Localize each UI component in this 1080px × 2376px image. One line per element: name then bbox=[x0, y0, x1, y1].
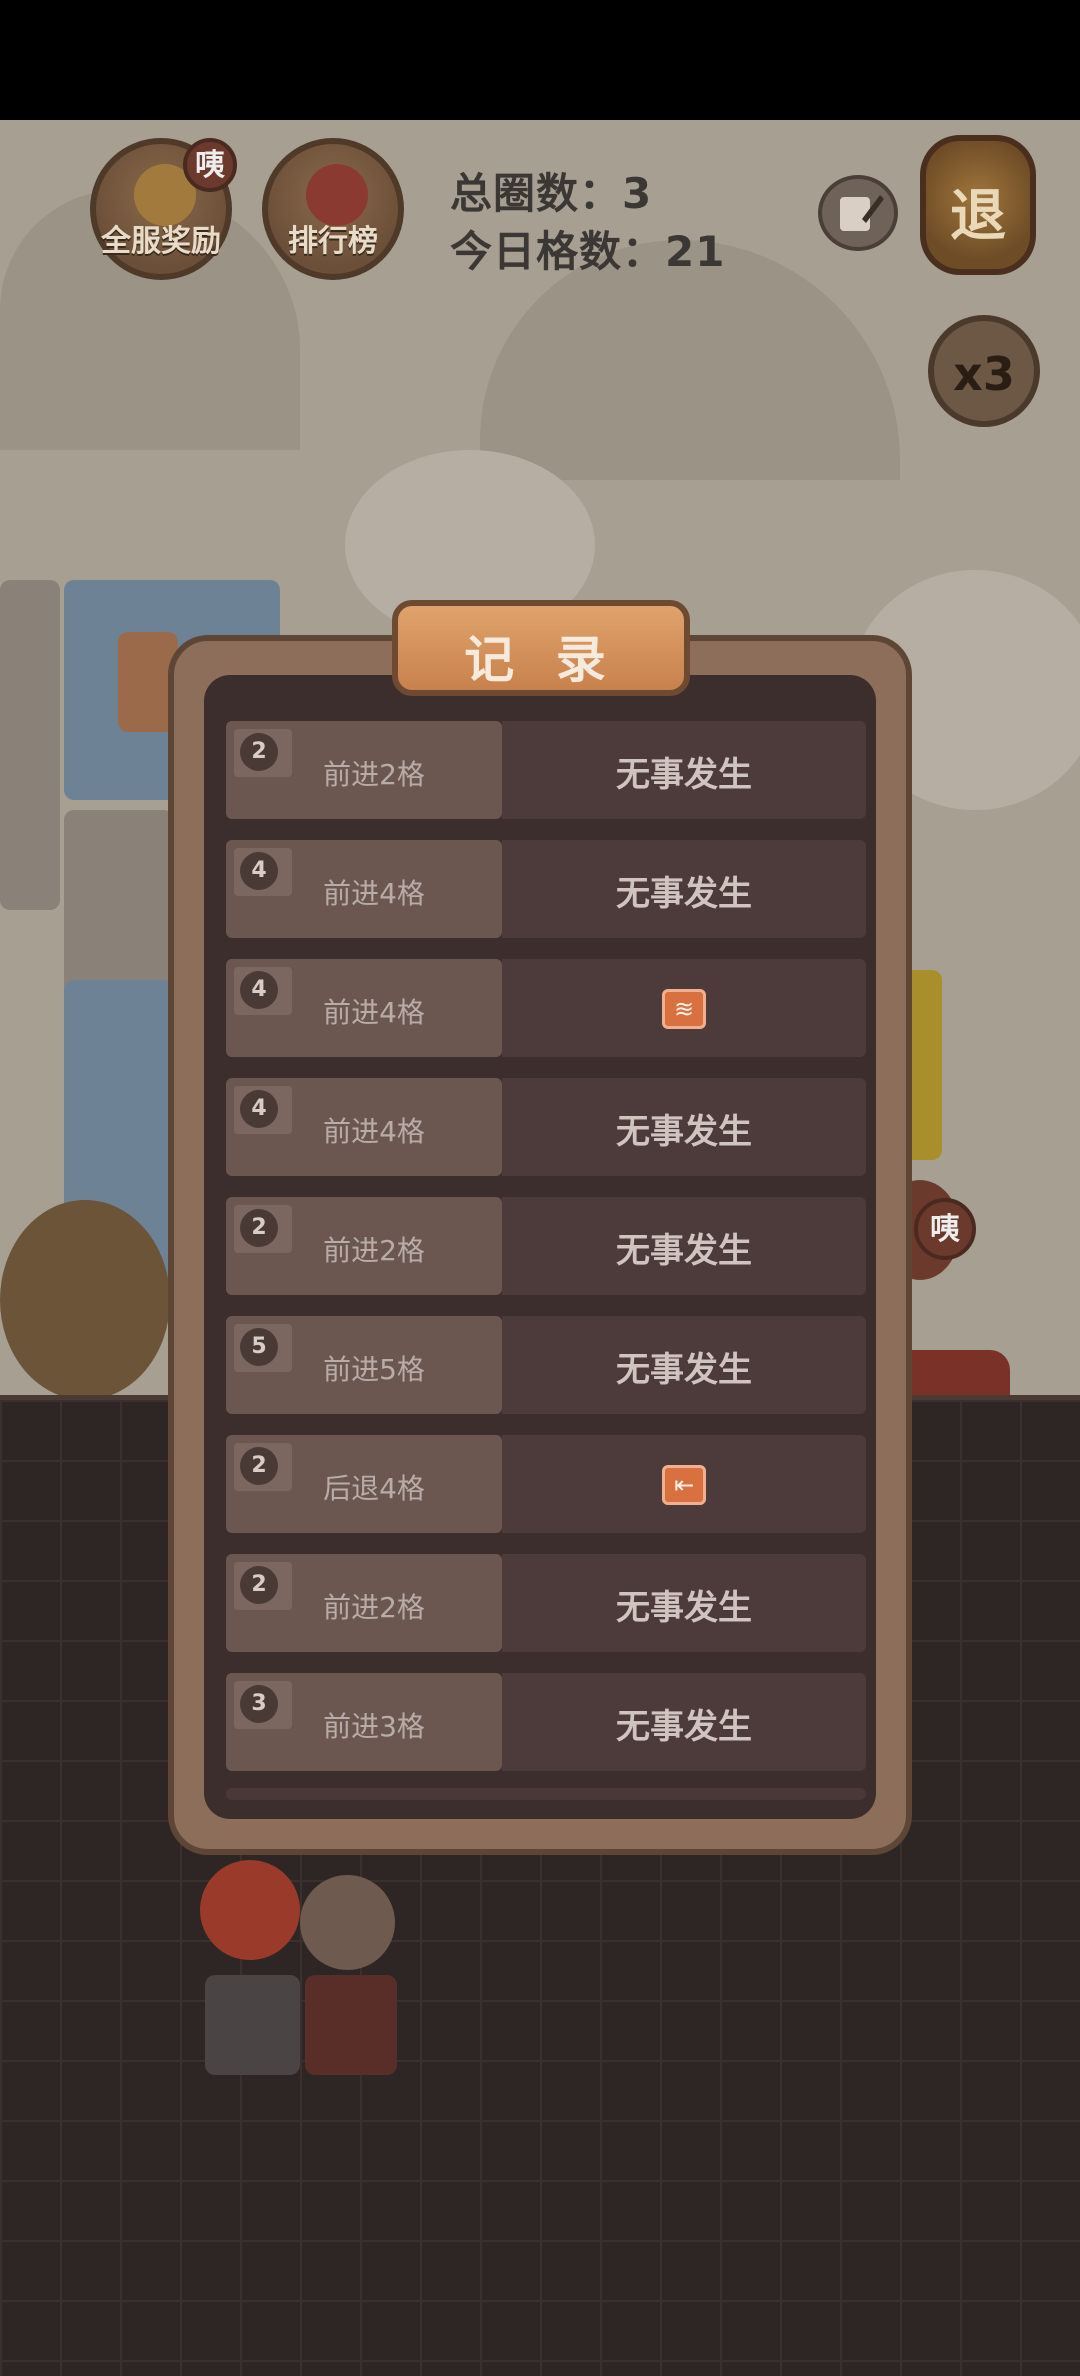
record-row: 3 前进3格 无事发生 bbox=[226, 1673, 866, 1771]
record-result-cell: 无事发生 bbox=[502, 1673, 866, 1771]
leaderboard-label: 排行榜 bbox=[288, 224, 378, 259]
runner-event-icon: ⇤ bbox=[662, 1465, 706, 1505]
chef-character bbox=[300, 1875, 395, 1970]
record-move: 前进2格 bbox=[323, 1234, 425, 1267]
record-row: 4 前进4格 无事发生 bbox=[226, 840, 866, 938]
record-move: 前进4格 bbox=[323, 1115, 425, 1148]
record-result: 无事发生 bbox=[616, 1588, 752, 1628]
chef-character bbox=[200, 1860, 300, 1960]
record-title-tab: 记 录 bbox=[392, 600, 690, 696]
record-dialog: 2 前进2格 无事发生 4 前进4格 无事发生 4 前进4格 ≋ 4 前进4格 无事发生 2 前进2格 无事… bbox=[168, 635, 912, 1855]
record-move: 前进4格 bbox=[323, 877, 425, 910]
today-cells-value: 21 bbox=[665, 227, 726, 276]
speed-button[interactable]: x3 bbox=[928, 315, 1040, 427]
notepad-icon bbox=[840, 195, 884, 231]
leaderboard-button[interactable]: 排行榜 bbox=[262, 138, 404, 280]
record-move-cell: 2 后退4格 bbox=[226, 1435, 502, 1533]
record-result-cell: 无事发生 bbox=[502, 721, 866, 819]
record-row: 2 后退4格 ⇤ bbox=[226, 1435, 866, 1533]
exit-label: 退 bbox=[950, 184, 1006, 249]
record-result-cell: 无事发生 bbox=[502, 1078, 866, 1176]
record-result-cell: ≋ bbox=[502, 959, 866, 1057]
record-move-cell: 4 前进4格 bbox=[226, 840, 502, 938]
record-row: 2 前进2格 无事发生 bbox=[226, 1197, 866, 1295]
total-rounds-stat: 总圈数：3 bbox=[450, 160, 652, 221]
record-move-cell: 2 前进2格 bbox=[226, 1554, 502, 1652]
event-icon-glyph: ⇤ bbox=[673, 1471, 695, 1499]
record-row: 2 前进2格 无事发生 bbox=[226, 721, 866, 819]
record-result-cell: ⇤ bbox=[502, 1435, 866, 1533]
server-reward-badge: 咦 bbox=[183, 138, 237, 192]
record-result: 无事发生 bbox=[616, 1112, 752, 1152]
record-title: 记 录 bbox=[464, 631, 618, 689]
list-scroll-edge bbox=[226, 1788, 866, 1800]
record-move-cell: 4 前进4格 bbox=[226, 1078, 502, 1176]
notepad-button[interactable] bbox=[818, 175, 898, 251]
record-move: 前进2格 bbox=[323, 1591, 425, 1624]
record-row: 4 前进4格 无事发生 bbox=[226, 1078, 866, 1176]
wave-event-icon: ≋ bbox=[662, 989, 706, 1029]
stove-decoration bbox=[205, 1975, 300, 2075]
record-move: 前进2格 bbox=[323, 758, 425, 791]
record-result: 无事发生 bbox=[616, 1231, 752, 1271]
today-cells-label: 今日格数： bbox=[450, 227, 666, 276]
stall-decoration bbox=[0, 1200, 170, 1400]
record-result: 无事发生 bbox=[616, 1350, 752, 1390]
stove-decoration bbox=[305, 1975, 397, 2075]
today-cells-stat: 今日格数：21 bbox=[450, 218, 725, 279]
total-rounds-label: 总圈数： bbox=[450, 169, 623, 218]
record-result-cell: 无事发生 bbox=[502, 1316, 866, 1414]
record-move-cell: 3 前进3格 bbox=[226, 1673, 502, 1771]
record-move: 前进3格 bbox=[323, 1710, 425, 1743]
record-result-cell: 无事发生 bbox=[502, 1197, 866, 1295]
record-move-cell: 2 前进2格 bbox=[226, 721, 502, 819]
record-move: 后退4格 bbox=[323, 1472, 425, 1505]
record-move-cell: 4 前进4格 bbox=[226, 959, 502, 1057]
record-result: 无事发生 bbox=[616, 874, 752, 914]
record-row: 4 前进4格 ≋ bbox=[226, 959, 866, 1057]
event-icon-glyph: ≋ bbox=[673, 995, 695, 1023]
speed-label: x3 bbox=[953, 347, 1015, 401]
record-move: 前进5格 bbox=[323, 1353, 425, 1386]
record-result-cell: 无事发生 bbox=[502, 840, 866, 938]
record-row: 2 前进2格 无事发生 bbox=[226, 1554, 866, 1652]
record-move-cell: 2 前进2格 bbox=[226, 1197, 502, 1295]
board-tile bbox=[0, 580, 60, 910]
record-result: 无事发生 bbox=[616, 1707, 752, 1747]
record-result: 无事发生 bbox=[616, 755, 752, 795]
side-badge: 咦 bbox=[914, 1198, 976, 1260]
server-reward-label: 全服奖励 bbox=[101, 224, 221, 259]
status-bar bbox=[0, 0, 1080, 120]
total-rounds-value: 3 bbox=[622, 169, 653, 218]
record-move: 前进4格 bbox=[323, 996, 425, 1029]
record-result-cell: 无事发生 bbox=[502, 1554, 866, 1652]
record-move-cell: 5 前进5格 bbox=[226, 1316, 502, 1414]
record-row: 5 前进5格 无事发生 bbox=[226, 1316, 866, 1414]
exit-button[interactable]: 退 bbox=[920, 135, 1036, 275]
